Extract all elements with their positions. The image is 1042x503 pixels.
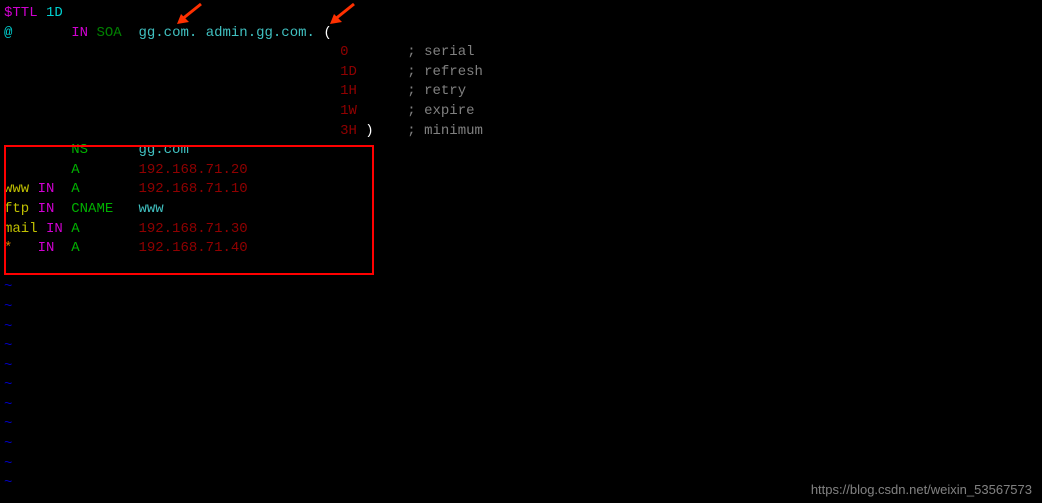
tilde-line: ~ <box>4 376 1038 396</box>
soa-serial: 0 ; serial <box>4 43 1038 63</box>
soa-keyword: SOA <box>96 25 121 41</box>
soa-comment: ; expire <box>407 103 474 119</box>
open-paren: ( <box>323 25 331 41</box>
in-keyword: IN <box>71 25 88 41</box>
soa-comment: ; serial <box>407 44 474 60</box>
record-ns: NS gg.com <box>4 141 1038 161</box>
soa-comment: ; refresh <box>407 64 483 80</box>
record-wildcard: * IN A 192.168.71.40 <box>4 239 1038 259</box>
soa-line: @ IN SOA gg.com. admin.gg.com. ( <box>4 24 1038 44</box>
tilde-line: ~ <box>4 337 1038 357</box>
record-value: 192.168.71.40 <box>138 240 247 256</box>
record-mail: mail IN A 192.168.71.30 <box>4 220 1038 240</box>
primary-ns: gg.com. <box>138 25 197 41</box>
record-type: CNAME <box>71 201 113 217</box>
record-value: gg.com <box>138 142 188 158</box>
record-name: ftp <box>4 201 29 217</box>
record-value: www <box>138 201 163 217</box>
tilde-line: ~ <box>4 318 1038 338</box>
record-type: A <box>71 221 79 237</box>
watermark: https://blog.csdn.net/weixin_53567573 <box>811 482 1032 497</box>
soa-value: 0 <box>340 44 348 60</box>
record-a-root: A 192.168.71.20 <box>4 161 1038 181</box>
record-name: www <box>4 181 29 197</box>
record-value: 192.168.71.20 <box>138 162 247 178</box>
close-paren: ) <box>365 123 373 139</box>
in-keyword: IN <box>38 181 55 197</box>
admin-email: admin.gg.com. <box>206 25 315 41</box>
soa-comment: ; retry <box>407 83 466 99</box>
record-value: 192.168.71.10 <box>138 181 247 197</box>
record-type: A <box>71 240 79 256</box>
record-type: A <box>71 162 79 178</box>
ttl-directive: $TTL <box>4 5 38 21</box>
soa-comment: ; minimum <box>407 123 483 139</box>
record-name: * <box>4 240 12 256</box>
tilde-line: ~ <box>4 435 1038 455</box>
soa-refresh: 1D ; refresh <box>4 63 1038 83</box>
tilde-line: ~ <box>4 278 1038 298</box>
soa-minimum: 3H ) ; minimum <box>4 122 1038 142</box>
record-name: mail <box>4 221 38 237</box>
tilde-line: ~ <box>4 455 1038 475</box>
empty-line <box>4 259 1038 279</box>
tilde-line: ~ <box>4 298 1038 318</box>
record-type: A <box>71 181 79 197</box>
ttl-value: 1D <box>46 5 63 21</box>
soa-value: 1D <box>340 64 357 80</box>
soa-value: 1W <box>340 103 357 119</box>
soa-expire: 1W ; expire <box>4 102 1038 122</box>
tilde-line: ~ <box>4 396 1038 416</box>
in-keyword: IN <box>46 221 63 237</box>
soa-value: 3H <box>340 123 357 139</box>
in-keyword: IN <box>38 240 55 256</box>
record-value: 192.168.71.30 <box>138 221 247 237</box>
record-www: www IN A 192.168.71.10 <box>4 180 1038 200</box>
origin-symbol: @ <box>4 25 12 41</box>
record-ftp: ftp IN CNAME www <box>4 200 1038 220</box>
ttl-line: $TTL 1D <box>4 4 1038 24</box>
soa-value: 1H <box>340 83 357 99</box>
soa-retry: 1H ; retry <box>4 82 1038 102</box>
tilde-line: ~ <box>4 357 1038 377</box>
tilde-line: ~ <box>4 415 1038 435</box>
record-type: NS <box>71 142 88 158</box>
in-keyword: IN <box>38 201 55 217</box>
